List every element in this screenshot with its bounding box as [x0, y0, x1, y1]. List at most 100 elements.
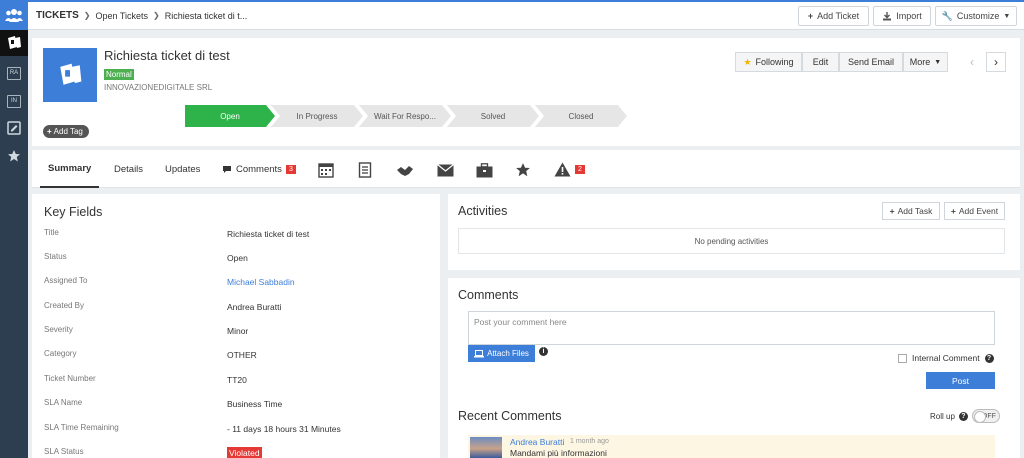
add-event-button[interactable]: + Add Event	[944, 202, 1005, 220]
field-label: Severity	[44, 325, 73, 334]
rail-item-ra-label: RA	[7, 66, 21, 80]
attach-files-button[interactable]: Attach Files	[468, 345, 535, 362]
module-name[interactable]: TICKETS	[36, 10, 79, 21]
add-task-button[interactable]: + Add Task	[882, 202, 940, 220]
comment-input[interactable]: Post your comment here	[468, 311, 995, 345]
internal-comment-label: Internal Comment	[912, 353, 980, 363]
field-value[interactable]: - 11 days 18 hours 31 Minutes	[227, 424, 341, 434]
field-value[interactable]: OTHER	[227, 350, 257, 360]
tab-summary-label: Summary	[48, 162, 92, 174]
comments-panel: Comments Post your comment here Attach F…	[448, 278, 1020, 458]
key-field-row: Title Richiesta ticket di test	[44, 228, 434, 252]
internal-comment-checkbox[interactable]	[898, 353, 907, 363]
send-email-button[interactable]: Send Email	[839, 52, 903, 72]
list-item: Andrea Buratti 1 month ago Mandami più i…	[468, 435, 995, 458]
field-value[interactable]: TT20	[227, 375, 247, 385]
key-field-row: SLA Name Business Time	[44, 398, 434, 422]
tab-updates[interactable]: Updates	[165, 150, 200, 188]
key-field-row: Category OTHER	[44, 349, 434, 373]
field-label: Category	[44, 349, 77, 358]
tab-details[interactable]: Details	[114, 150, 143, 188]
plus-icon: +	[950, 206, 956, 216]
calendar-icon[interactable]	[317, 161, 335, 179]
comment-author[interactable]: Andrea Buratti	[510, 437, 564, 447]
handshake-icon[interactable]	[396, 161, 414, 179]
sla-status-badge: Violated	[227, 447, 262, 458]
app-logo-icon[interactable]	[0, 0, 28, 30]
plus-icon: +	[889, 206, 895, 216]
field-value[interactable]: Open	[227, 253, 248, 263]
tab-updates-label: Updates	[165, 163, 201, 175]
field-label: Status	[44, 252, 67, 261]
tab-summary[interactable]: Summary	[40, 150, 100, 188]
key-field-row: Severity Minor	[44, 325, 434, 349]
recent-comments-title: Recent Comments	[458, 409, 562, 423]
rail-star-icon[interactable]	[0, 143, 28, 169]
send-email-label: Send Email	[847, 57, 895, 67]
envelope-icon[interactable]	[436, 161, 454, 179]
breadcrumb-chevron-icon: ❯	[83, 11, 91, 20]
tab-alerts[interactable]: 2	[554, 150, 585, 188]
stage-wait-for-response[interactable]: Wait For Respo...	[359, 105, 451, 127]
plus-icon: +	[47, 127, 52, 136]
field-label: Assigned To	[44, 276, 88, 285]
rail-tickets-icon[interactable]	[0, 30, 28, 56]
following-label: Following	[755, 57, 794, 67]
company-name: INNOVAZIONEDIGITALE SRL	[104, 83, 213, 92]
rail-item-ra[interactable]: RA	[0, 60, 28, 86]
field-value[interactable]: Andrea Buratti	[227, 302, 281, 312]
avatar	[470, 437, 502, 458]
field-value[interactable]: Richiesta ticket di test	[227, 229, 309, 239]
add-ticket-button[interactable]: + Add Ticket	[798, 6, 869, 26]
roll-up-label: Roll up	[930, 411, 955, 421]
rail-item-in-label: IN	[7, 94, 21, 108]
comments-title: Comments	[458, 288, 519, 302]
customize-button[interactable]: 🔧 Customize ▼	[935, 6, 1017, 26]
briefcase-icon[interactable]	[475, 161, 493, 179]
field-label: SLA Time Remaining	[44, 423, 119, 432]
alerts-count-badge: 2	[575, 164, 585, 174]
stage-in-progress[interactable]: In Progress	[271, 105, 363, 127]
post-button[interactable]: Post	[926, 372, 995, 389]
edit-button[interactable]: Edit	[802, 52, 839, 72]
import-button[interactable]: Import	[873, 6, 931, 26]
stage-solved[interactable]: Solved	[447, 105, 539, 127]
info-icon[interactable]: i	[539, 347, 548, 356]
key-field-row: Assigned To Michael Sabbadin	[44, 276, 434, 300]
add-tag-button[interactable]: + Add Tag	[43, 125, 89, 138]
field-value[interactable]: Minor	[227, 326, 248, 336]
breadcrumb-open-tickets[interactable]: Open Tickets	[95, 11, 148, 21]
left-rail: RA IN	[0, 0, 28, 458]
field-label: Ticket Number	[44, 374, 96, 383]
add-ticket-label: Add Ticket	[817, 11, 860, 21]
help-icon[interactable]: ?	[958, 411, 968, 421]
help-icon[interactable]: ?	[984, 353, 994, 363]
tab-details-label: Details	[114, 163, 144, 175]
document-icon[interactable]	[356, 161, 374, 179]
roll-up-toggle[interactable]: OFF	[971, 409, 1000, 423]
star-outline-icon[interactable]	[514, 161, 532, 179]
following-button[interactable]: ★ Following	[735, 52, 802, 72]
rail-item-in[interactable]: IN	[0, 88, 28, 114]
field-value[interactable]: Business Time	[227, 399, 282, 409]
tab-comments[interactable]: Comments 3	[222, 150, 296, 188]
more-label: More	[909, 57, 931, 67]
toggle-state: OFF	[981, 412, 996, 420]
comment-icon	[223, 165, 231, 173]
add-tag-label: Add Tag	[53, 127, 83, 136]
breadcrumb-current: Richiesta ticket di t...	[164, 10, 248, 21]
activities-title: Activities	[458, 204, 508, 218]
stage-open[interactable]: Open	[185, 105, 275, 127]
attach-files-label: Attach Files	[487, 349, 529, 358]
assigned-to-link[interactable]: Michael Sabbadin	[227, 277, 295, 287]
record-header: Richiesta ticket di test Normal INNOVAZI…	[32, 38, 1020, 146]
wrench-icon: 🔧	[941, 10, 953, 21]
field-label: SLA Name	[44, 398, 83, 407]
no-activities-message: No pending activities	[458, 228, 1005, 254]
stage-closed[interactable]: Closed	[535, 105, 627, 127]
key-field-row: Ticket Number TT20	[44, 374, 434, 398]
more-button[interactable]: More ▼	[903, 52, 948, 72]
rail-notes-icon[interactable]	[0, 115, 28, 141]
next-record-icon[interactable]: ›	[986, 52, 1006, 72]
previous-record-icon[interactable]: ‹	[962, 52, 982, 72]
